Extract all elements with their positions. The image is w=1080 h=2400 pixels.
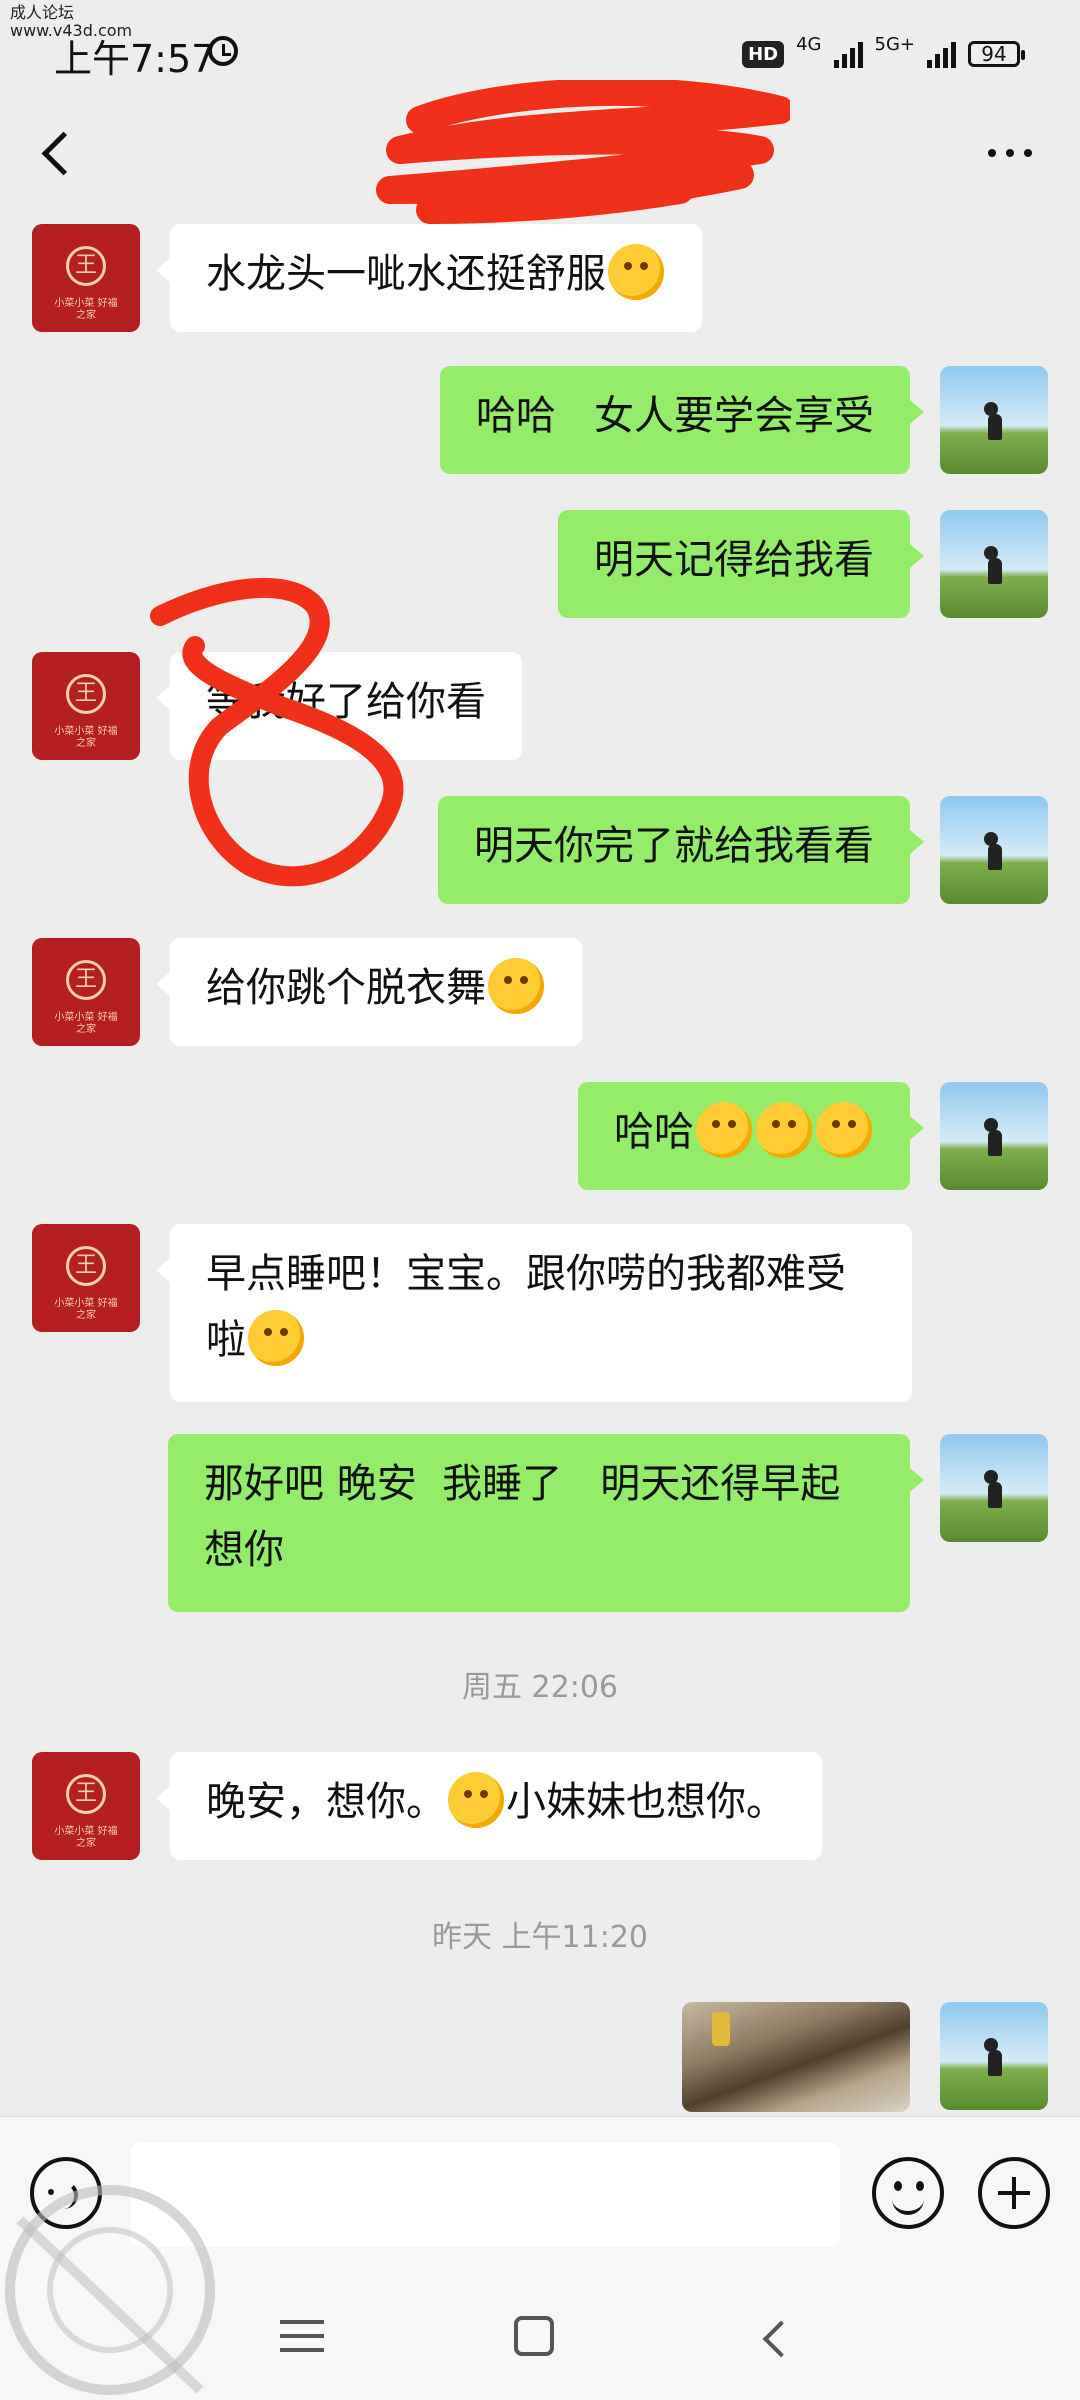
- persevering-face-icon: [248, 1310, 304, 1366]
- message-bubble-sent[interactable]: 哈哈 女人要学会享受: [439, 366, 925, 474]
- message-text: 哈哈 女人要学会享受: [475, 393, 874, 439]
- avatar-seal-text: 王: [66, 674, 106, 714]
- my-avatar[interactable]: [940, 2002, 1048, 2110]
- persevering-face-icon: [448, 1772, 504, 1828]
- message-bubble-sent[interactable]: 明天你完了就给我看看: [438, 796, 924, 904]
- message-bubble-received[interactable]: 给你跳个脱衣舞: [156, 938, 582, 1046]
- message-text: 水龙头一呲水还挺舒服: [206, 251, 606, 297]
- my-avatar[interactable]: [940, 510, 1048, 618]
- my-avatar[interactable]: [940, 366, 1048, 474]
- message-text: 明天记得给我看: [594, 537, 874, 583]
- redaction-scribble: [376, 80, 790, 224]
- avatar-seal-text: 王: [66, 1246, 106, 1286]
- message-text: 那好吧 晚安 我睡了 明天还得早起 想你: [204, 1461, 879, 1573]
- battery-level: 94: [981, 42, 1007, 66]
- message-text: 给你跳个脱衣舞: [206, 965, 486, 1011]
- my-avatar[interactable]: [940, 1434, 1048, 1542]
- message-text: 晚安，想你。: [206, 1779, 446, 1825]
- contact-avatar[interactable]: 王 小菜小菜 好福之家: [32, 1224, 140, 1332]
- message-input[interactable]: [130, 2143, 840, 2247]
- message-text: 明天你完了就给我看看: [474, 823, 874, 869]
- avatar-caption: 小菜小菜 好福之家: [54, 726, 118, 749]
- thinking-face-icon: [488, 958, 544, 1014]
- contact-avatar[interactable]: 王 小菜小菜 好福之家: [32, 652, 140, 760]
- avatar-caption: 小菜小菜 好福之家: [54, 1298, 118, 1321]
- my-avatar[interactable]: [940, 796, 1048, 904]
- message-list[interactable]: 王 小菜小菜 好福之家 水龙头一呲水还挺舒服 哈哈 女人要学会享受 明天记得给我…: [0, 216, 1080, 2116]
- contact-avatar[interactable]: 王 小菜小菜 好福之家: [32, 224, 140, 332]
- contact-avatar[interactable]: 王 小菜小菜 好福之家: [32, 1752, 140, 1860]
- thinking-face-icon: [608, 244, 664, 300]
- face-with-hand-over-mouth-icon: [696, 1102, 752, 1158]
- image-message[interactable]: [682, 2002, 910, 2112]
- face-with-hand-over-mouth-icon: [756, 1102, 812, 1158]
- hd-voice-icon: HD: [742, 40, 785, 68]
- avatar-caption: 小菜小菜 好福之家: [54, 298, 118, 321]
- system-nav-bar: [0, 2276, 1080, 2400]
- message-bubble-received[interactable]: 早点睡吧！宝宝。跟你唠的我都难受啦: [156, 1224, 912, 1402]
- face-with-hand-over-mouth-icon: [816, 1102, 872, 1158]
- avatar-seal-text: 王: [66, 960, 106, 1000]
- emoji-button[interactable]: [872, 2157, 944, 2229]
- voice-input-button[interactable]: [30, 2157, 102, 2229]
- message-bubble-sent[interactable]: 明天记得给我看: [558, 510, 924, 618]
- message-timestamp: 昨天 上午11:20: [432, 1920, 648, 1955]
- contact-avatar[interactable]: 王 小菜小菜 好福之家: [32, 938, 140, 1046]
- message-bubble-received[interactable]: 晚安，想你。 小妹妹也想你。: [156, 1752, 822, 1860]
- message-bubble-sent[interactable]: 那好吧 晚安 我睡了 明天还得早起 想你: [168, 1434, 924, 1612]
- chat-header: [0, 80, 1080, 224]
- message-text: 哈哈: [614, 1109, 694, 1155]
- avatar-seal-text: 王: [66, 246, 106, 286]
- message-text: 小妹妹也想你。: [506, 1779, 786, 1825]
- alarm-icon: [208, 36, 238, 66]
- message-bubble-received[interactable]: 等我好了给你看: [156, 652, 522, 760]
- my-avatar[interactable]: [940, 1082, 1048, 1190]
- more-options-button[interactable]: [980, 138, 1040, 168]
- avatar-seal-text: 王: [66, 1774, 106, 1814]
- message-bubble-sent[interactable]: 哈哈: [578, 1082, 924, 1190]
- network-5g-label: 5G+: [874, 33, 915, 55]
- recent-apps-button[interactable]: [280, 2320, 324, 2356]
- message-text: 等我好了给你看: [206, 679, 486, 725]
- message-timestamp: 周五 22:06: [462, 1670, 618, 1705]
- system-back-button[interactable]: [756, 2320, 796, 2360]
- signal-bars-icon: [927, 40, 956, 68]
- home-button[interactable]: [514, 2316, 554, 2356]
- battery-icon: 94: [968, 41, 1025, 67]
- avatar-caption: 小菜小菜 好福之家: [54, 1826, 118, 1849]
- signal-bars-icon: [833, 40, 863, 68]
- status-time: 上午7:57: [54, 37, 216, 81]
- status-indicators: HD 4G 5G+ 94: [742, 33, 1025, 74]
- network-4g-label: 4G: [796, 33, 822, 55]
- back-button[interactable]: [30, 122, 90, 182]
- more-functions-button[interactable]: [978, 2157, 1050, 2229]
- input-bar: [0, 2116, 1080, 2277]
- avatar-caption: 小菜小菜 好福之家: [54, 1012, 118, 1035]
- message-bubble-received[interactable]: 水龙头一呲水还挺舒服: [156, 224, 702, 332]
